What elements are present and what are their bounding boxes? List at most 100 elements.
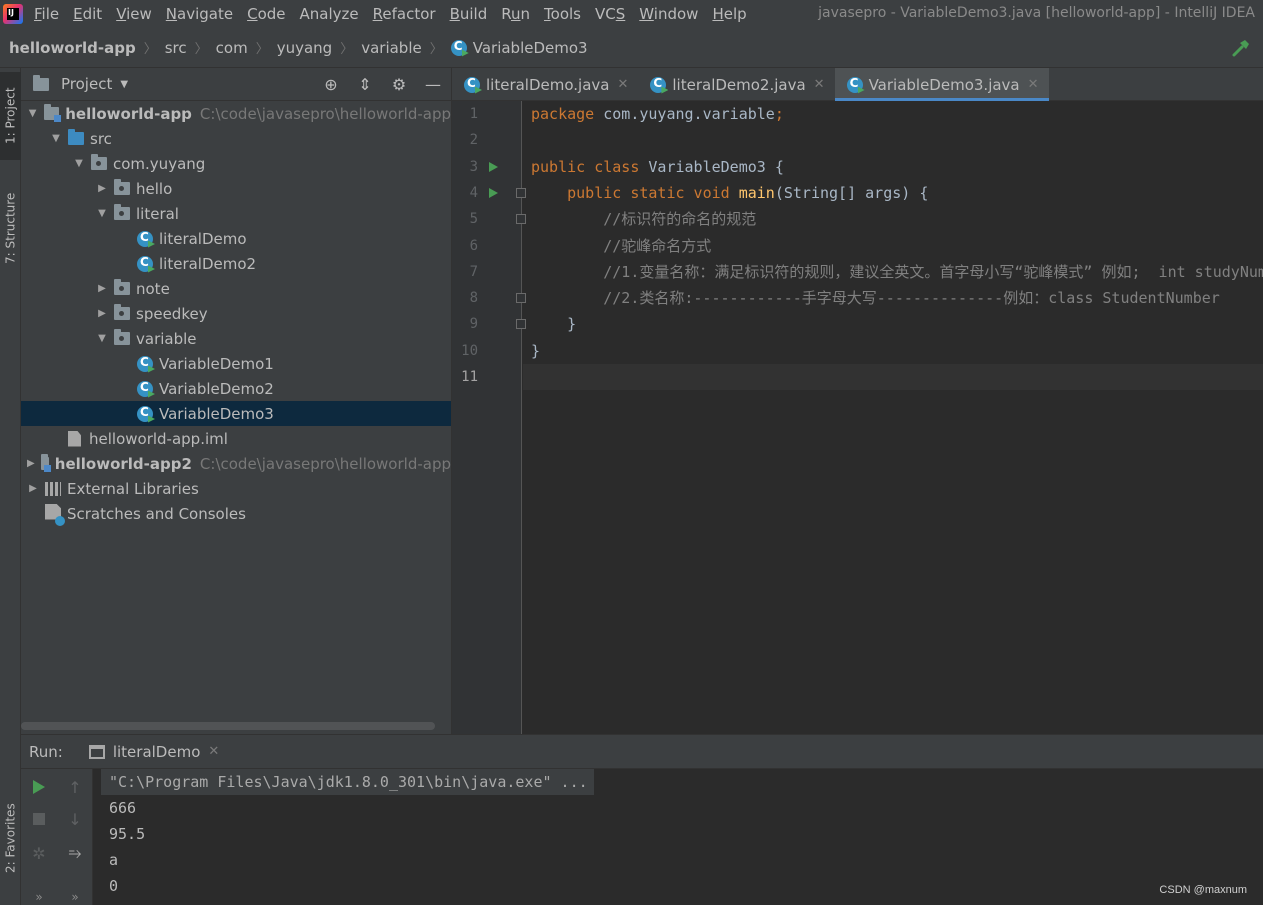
locate-file-icon[interactable]: ⊕ <box>321 74 341 94</box>
build-hammer-icon[interactable] <box>1231 38 1251 58</box>
close-icon[interactable]: ✕ <box>1028 77 1039 92</box>
collapse-arrow-icon[interactable]: ▶ <box>27 483 39 494</box>
run-label: Run: <box>29 742 63 761</box>
expand-arrow-icon[interactable]: ▼ <box>96 208 108 219</box>
editor-tab-literaldemo-java[interactable]: literalDemo.java ✕ <box>452 68 638 101</box>
tree-item-variabledemo2[interactable]: ▶VariableDemo2 <box>21 376 451 401</box>
menu-edit[interactable]: Edit <box>73 5 102 23</box>
menu-refactor[interactable]: Refactor <box>373 5 436 23</box>
line-number: 10 <box>461 342 478 359</box>
tree-item-variabledemo1[interactable]: ▶VariableDemo1 <box>21 351 451 376</box>
close-icon[interactable]: ✕ <box>814 77 825 92</box>
horizontal-scrollbar[interactable] <box>21 722 435 730</box>
editor-tab-variabledemo3-java[interactable]: VariableDemo3.java ✕ <box>834 68 1049 101</box>
run-gutter-icon[interactable] <box>489 187 498 198</box>
expand-arrow-icon[interactable]: ▼ <box>96 333 108 344</box>
code-line[interactable]: //驼峰命名方式 <box>523 233 1263 259</box>
expand-arrow-icon[interactable]: ▼ <box>50 133 62 144</box>
arrow-down-icon[interactable]: ↓ <box>65 809 85 829</box>
tree-item-literaldemo[interactable]: ▶literalDemo <box>21 226 451 251</box>
menu-analyze[interactable]: Analyze <box>300 5 359 23</box>
close-icon[interactable]: ✕ <box>617 77 628 92</box>
code-line[interactable]: //2.类名称:------------手字母大写--------------例… <box>523 285 1263 311</box>
code-line[interactable] <box>523 127 1263 153</box>
minimize-icon[interactable]: — <box>423 74 443 94</box>
tree-item-variabledemo3[interactable]: ▶VariableDemo3 <box>21 401 451 426</box>
menu-window[interactable]: Window <box>639 5 698 23</box>
debug-icon[interactable]: ✲ <box>29 843 49 863</box>
tool-tab-favorites[interactable]: 2: Favorites <box>0 798 21 878</box>
expand-arrow-icon[interactable]: ▼ <box>73 158 85 169</box>
gear-icon[interactable]: ⚙ <box>389 74 409 94</box>
tree-item-com-yuyang[interactable]: ▼ com.yuyang <box>21 151 451 176</box>
tree-item-external-libraries[interactable]: ▶ External Libraries <box>21 476 451 501</box>
breadcrumb-variable[interactable]: variable <box>361 39 422 57</box>
tree-item-helloworld-app[interactable]: ▼ helloworld-app C:\code\javasepro\hellowo… <box>21 101 451 126</box>
class-icon <box>464 76 482 94</box>
collapse-arrow-icon[interactable]: ▶ <box>96 308 108 319</box>
rerun-button[interactable] <box>29 777 49 797</box>
tree-item-scratches-and-consoles[interactable]: ▶Scratches and Consoles <box>21 501 451 526</box>
menu-code[interactable]: Code <box>247 5 285 23</box>
tree-item-literal[interactable]: ▼ literal <box>21 201 451 226</box>
tool-tab-project[interactable]: 1: Project <box>0 72 21 160</box>
tree-item-helloworld-app-iml[interactable]: ▶helloworld-app.iml <box>21 426 451 451</box>
chevron-down-icon[interactable]: ▼ <box>120 79 128 90</box>
code-line[interactable]: } <box>523 338 1263 364</box>
breadcrumb-src[interactable]: src <box>165 39 187 57</box>
tool-tab-structure[interactable]: 7: Structure <box>0 178 21 278</box>
expand-arrow-icon[interactable]: ▼ <box>27 108 38 119</box>
breadcrumb-separator: 〉 <box>340 42 354 57</box>
code-area[interactable]: 1 2 3 4 5 6 7 8 9 10 11 package com.yuyang.variabl… <box>452 101 1263 734</box>
collapse-arrow-icon[interactable]: ▶ <box>27 458 35 469</box>
console-output[interactable]: "C:\Program Files\Java\jdk1.8.0_301\bin\… <box>101 769 1263 905</box>
run-tab-literaldemo[interactable]: literalDemo ✕ <box>83 735 225 769</box>
arrow-up-icon[interactable]: ↑ <box>65 777 85 797</box>
run-gutter-icon[interactable] <box>489 161 498 172</box>
menu-help[interactable]: Help <box>712 5 746 23</box>
collapse-all-icon[interactable]: ⇕ <box>355 74 375 94</box>
gutter-line: 7 <box>452 259 522 285</box>
collapse-arrow-icon[interactable]: ▶ <box>96 283 108 294</box>
menu-vcs[interactable]: VCS <box>595 5 625 23</box>
menu-view[interactable]: View <box>116 5 152 23</box>
collapse-arrow-icon[interactable]: ▶ <box>96 183 108 194</box>
breadcrumb-class[interactable]: VariableDemo3 <box>473 39 588 57</box>
menu-tools[interactable]: Tools <box>544 5 581 23</box>
editor-tab-literaldemo2-java[interactable]: literalDemo2.java ✕ <box>638 68 834 101</box>
gutter-line: 8 <box>452 285 526 311</box>
stop-button[interactable] <box>29 809 49 829</box>
code-line[interactable]: public static void main(String[] args) { <box>523 180 1263 206</box>
tree-item-hello[interactable]: ▶ hello <box>21 176 451 201</box>
tree-item-helloworld-app2[interactable]: ▶ helloworld-app2 C:\code\javasepro\hellow… <box>21 451 451 476</box>
tree-item-note[interactable]: ▶ note <box>21 276 451 301</box>
close-icon[interactable]: ✕ <box>208 744 219 759</box>
gutter-line: 9 <box>452 311 526 337</box>
code-line[interactable] <box>523 364 1263 390</box>
project-panel-title[interactable]: Project <box>61 75 112 93</box>
code-line[interactable]: //标识符的命名的规范 <box>523 206 1263 232</box>
tree-item-literaldemo2[interactable]: ▶literalDemo2 <box>21 251 451 276</box>
menu-run[interactable]: Run <box>501 5 530 23</box>
menu-bar: IJ File Edit View Navigate Code Analyze Refact… <box>0 0 1263 28</box>
editor-tab-label: VariableDemo3.java <box>868 75 1020 94</box>
soft-wrap-icon[interactable]: ⥱ <box>65 843 85 863</box>
more-icon[interactable]: » <box>29 887 49 905</box>
tree-item-speedkey[interactable]: ▶ speedkey <box>21 301 451 326</box>
code-line[interactable]: //1.变量名称：满足标识符的规则，建议全英文。首字母小写“驼峰模式” 例如; … <box>523 259 1263 285</box>
code-line[interactable]: package com.yuyang.variable; <box>523 101 1263 127</box>
breadcrumb-project[interactable]: helloworld-app <box>9 39 136 57</box>
menu-build[interactable]: Build <box>450 5 488 23</box>
breadcrumb-com[interactable]: com <box>216 39 248 57</box>
tree-item-variable[interactable]: ▼ variable <box>21 326 451 351</box>
code-line[interactable]: public class VariableDemo3 { <box>523 154 1263 180</box>
menu-navigate[interactable]: Navigate <box>166 5 233 23</box>
more-icon[interactable]: » <box>65 887 85 905</box>
package-icon <box>114 329 130 345</box>
tree-item-src[interactable]: ▼ src <box>21 126 451 151</box>
menu-file[interactable]: File <box>34 5 59 23</box>
code-text[interactable]: package com.yuyang.variable; public class… <box>523 101 1263 734</box>
breadcrumb-yuyang[interactable]: yuyang <box>277 39 332 57</box>
code-line[interactable]: } <box>523 311 1263 337</box>
